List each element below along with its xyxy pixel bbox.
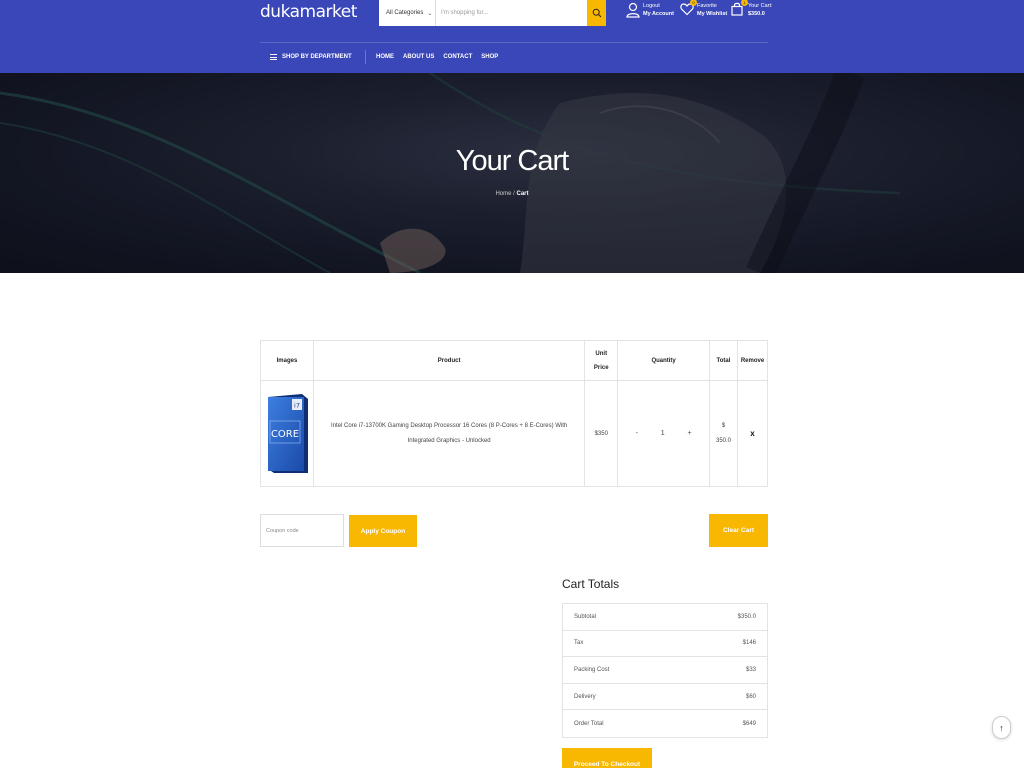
nav-divider xyxy=(365,50,366,64)
remove-cell: x xyxy=(736,380,769,487)
heart-icon: 0 xyxy=(680,0,697,16)
unit-price: $350 xyxy=(584,380,619,487)
product-image-label: CORE xyxy=(271,429,299,440)
totals-row-order-total: Order Total $649 xyxy=(563,710,767,737)
product-image-cell: i7 CORE xyxy=(260,380,314,487)
cart-count-badge: 1 xyxy=(741,0,748,6)
search-input[interactable]: I'm shopping for... xyxy=(436,10,587,16)
column-header-quantity: Quantity xyxy=(617,340,711,381)
site-logo[interactable]: dukamarket xyxy=(260,2,357,22)
cart-line1: Your Cart: xyxy=(748,3,773,9)
product-image-badge: i7 xyxy=(294,401,300,409)
product-image[interactable]: i7 CORE xyxy=(264,393,310,475)
quantity-input[interactable]: 1 xyxy=(661,430,665,437)
product-name[interactable]: Intel Core i7-13700K Gaming Desktop Proc… xyxy=(314,419,584,449)
column-header-total: Total xyxy=(709,340,738,381)
hamburger-menu-icon xyxy=(270,54,277,60)
unit-price-header-line1: Unit xyxy=(595,350,608,357)
page-title: Your Cart xyxy=(455,145,569,177)
breadcrumb-home[interactable]: Home xyxy=(495,191,511,197)
account-text: Logout My Account xyxy=(643,2,674,18)
tax-value: $146 xyxy=(742,640,756,647)
quantity-cell: - 1 + xyxy=(617,380,711,487)
delivery-label: Delivery xyxy=(574,693,596,700)
quantity-decrement-button[interactable]: - xyxy=(636,430,638,437)
nav-home[interactable]: HOME xyxy=(376,54,394,60)
breadcrumb: Home / Cart xyxy=(0,191,1024,197)
table-row: i7 CORE Intel Core i7-13700K Gaming Desk… xyxy=(260,380,769,487)
nav-contact[interactable]: CONTACT xyxy=(443,54,472,60)
cart-amount: $350.0 xyxy=(748,11,765,17)
breadcrumb-current: Cart xyxy=(516,191,529,197)
wishlist-link[interactable]: 0 Favorite My Wishlist xyxy=(680,0,727,18)
apply-coupon-button[interactable]: Apply Coupon xyxy=(349,515,417,547)
account-link[interactable]: Logout My Account xyxy=(626,2,674,18)
wishlist-line1: Favorite xyxy=(697,3,717,9)
cart-text: Your Cart: $350.0 xyxy=(748,2,773,18)
quantity-increment-button[interactable]: + xyxy=(688,430,692,437)
user-icon xyxy=(626,2,640,18)
chevron-down-icon: ⌄ xyxy=(427,10,433,17)
remove-item-button[interactable]: x xyxy=(750,429,754,438)
cart-table: Images Product Unit Price Quantity Total… xyxy=(260,340,769,487)
wishlist-line2: My Wishlist xyxy=(697,11,728,17)
cart-totals-table: Subtotal $350.0 Tax $146 Packing Cost $3… xyxy=(562,603,768,738)
quantity-stepper: - 1 + xyxy=(618,430,709,437)
line-total-currency: $ xyxy=(721,422,726,429)
totals-row-subtotal: Subtotal $350.0 xyxy=(563,604,767,631)
order-total-value: $649 xyxy=(742,720,756,727)
subtotal-value: $350.0 xyxy=(737,613,756,620)
proceed-to-checkout-label: Proceed To Checkout xyxy=(573,760,641,768)
search-bar: All Categories ⌄ I'm shopping for... xyxy=(379,0,606,26)
scroll-to-top-button[interactable]: ↑ xyxy=(992,716,1011,739)
search-icon xyxy=(592,8,601,18)
header-divider xyxy=(260,42,768,43)
wishlist-text: Favorite My Wishlist xyxy=(697,2,727,18)
line-total-amount: 350.0 xyxy=(715,437,731,444)
product-name-cell: Intel Core i7-13700K Gaming Desktop Proc… xyxy=(312,380,586,487)
delivery-value: $60 xyxy=(745,693,756,700)
main-nav: HOME ABOUT US CONTACT SHOP xyxy=(376,54,498,60)
site-header: dukamarket All Categories ⌄ I'm shopping… xyxy=(0,0,1024,73)
cart-link[interactable]: 1 Your Cart: $350.0 xyxy=(731,0,773,18)
nav-shop[interactable]: SHOP xyxy=(481,54,498,60)
cart-table-header: Images Product Unit Price Quantity Total… xyxy=(260,340,769,381)
order-total-label: Order Total xyxy=(574,720,604,727)
totals-row-tax: Tax $146 xyxy=(563,631,767,658)
account-line2: My Account xyxy=(643,11,674,17)
column-header-images: Images xyxy=(260,340,314,381)
page-banner: Your Cart Home / Cart xyxy=(0,73,1024,273)
arrow-up-icon: ↑ xyxy=(999,722,1004,733)
department-label: SHOP BY DEPARTMENT xyxy=(282,54,352,60)
packing-cost-label: Packing Cost xyxy=(574,666,610,673)
nav-about-us[interactable]: ABOUT US xyxy=(403,54,434,60)
tax-label: Tax xyxy=(574,640,584,647)
page: dukamarket All Categories ⌄ I'm shopping… xyxy=(0,0,1024,768)
unit-price-header-line2: Price xyxy=(593,364,609,371)
cart-totals-title: Cart Totals xyxy=(562,577,620,591)
search-button[interactable] xyxy=(587,0,606,26)
category-select[interactable]: All Categories ⌄ xyxy=(379,0,436,26)
account-line1: Logout xyxy=(643,3,660,9)
breadcrumb-separator: / xyxy=(513,191,515,197)
column-header-unit-price: Unit Price xyxy=(584,340,619,381)
totals-row-packing-cost: Packing Cost $33 xyxy=(563,657,767,684)
coupon-code-input[interactable]: Coupon code xyxy=(260,514,344,547)
subtotal-label: Subtotal xyxy=(574,613,597,620)
line-total-cell: $ 350.0 xyxy=(709,380,738,487)
totals-row-delivery: Delivery $60 xyxy=(563,684,767,711)
wishlist-count-badge: 0 xyxy=(690,0,697,6)
column-header-remove: Remove xyxy=(736,340,769,381)
category-select-label: All Categories xyxy=(386,10,424,16)
shopping-bag-icon: 1 xyxy=(731,0,748,16)
shop-by-department-button[interactable]: SHOP BY DEPARTMENT xyxy=(270,54,352,60)
column-header-product: Product xyxy=(312,340,586,381)
proceed-to-checkout-button[interactable]: Proceed To Checkout xyxy=(562,748,652,768)
clear-cart-button[interactable]: Clear Cart xyxy=(709,514,768,547)
packing-cost-value: $33 xyxy=(745,666,756,673)
